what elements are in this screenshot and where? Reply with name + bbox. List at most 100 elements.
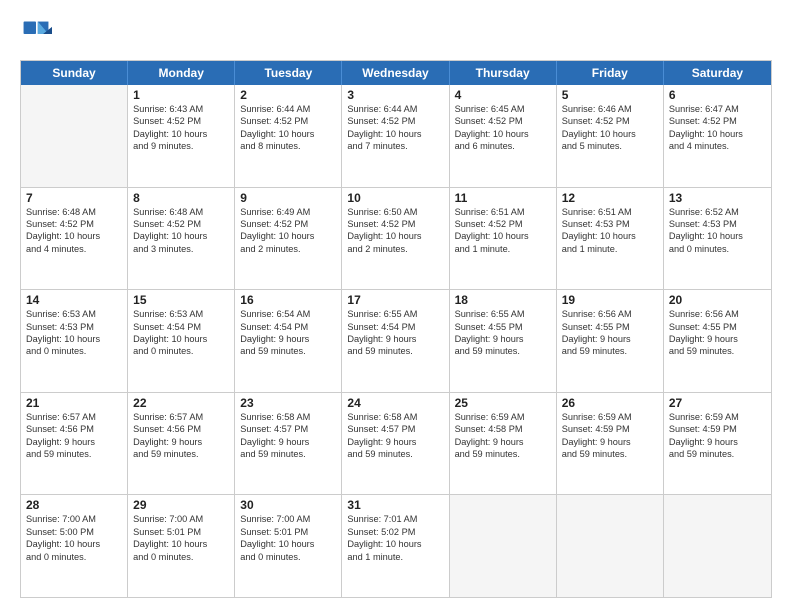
- cell-info-line: Sunset: 5:02 PM: [347, 526, 443, 538]
- cell-info-line: and 8 minutes.: [240, 140, 336, 152]
- cell-info-line: Sunrise: 6:51 AM: [562, 206, 658, 218]
- logo: [20, 18, 56, 50]
- cell-info-line: Daylight: 10 hours: [133, 230, 229, 242]
- cell-info-line: and 7 minutes.: [347, 140, 443, 152]
- cell-info-line: Daylight: 9 hours: [240, 436, 336, 448]
- calendar-cell-16: 16Sunrise: 6:54 AMSunset: 4:54 PMDayligh…: [235, 290, 342, 392]
- cell-info-line: Sunrise: 6:56 AM: [562, 308, 658, 320]
- calendar-cell-31: 31Sunrise: 7:01 AMSunset: 5:02 PMDayligh…: [342, 495, 449, 597]
- weekday-header-wednesday: Wednesday: [342, 61, 449, 85]
- cell-info-line: Daylight: 10 hours: [562, 230, 658, 242]
- cell-info-line: Sunset: 4:52 PM: [26, 218, 122, 230]
- cell-info-line: and 3 minutes.: [133, 243, 229, 255]
- cell-info-line: Sunrise: 6:49 AM: [240, 206, 336, 218]
- cell-info-line: Sunset: 4:55 PM: [669, 321, 766, 333]
- cell-info-line: Sunrise: 6:54 AM: [240, 308, 336, 320]
- weekday-header-thursday: Thursday: [450, 61, 557, 85]
- cell-info-line: Sunset: 4:52 PM: [347, 218, 443, 230]
- day-number: 30: [240, 498, 336, 512]
- cell-info-line: Sunset: 4:53 PM: [562, 218, 658, 230]
- calendar-row-5: 28Sunrise: 7:00 AMSunset: 5:00 PMDayligh…: [21, 495, 771, 597]
- calendar-cell-18: 18Sunrise: 6:55 AMSunset: 4:55 PMDayligh…: [450, 290, 557, 392]
- cell-info-line: Sunrise: 6:57 AM: [26, 411, 122, 423]
- day-number: 7: [26, 191, 122, 205]
- day-number: 1: [133, 88, 229, 102]
- calendar-cell-13: 13Sunrise: 6:52 AMSunset: 4:53 PMDayligh…: [664, 188, 771, 290]
- cell-info-line: Sunset: 4:56 PM: [133, 423, 229, 435]
- cell-info-line: and 0 minutes.: [26, 551, 122, 563]
- cell-info-line: Sunset: 4:57 PM: [240, 423, 336, 435]
- cell-info-line: Sunrise: 6:58 AM: [347, 411, 443, 423]
- cell-info-line: and 0 minutes.: [26, 345, 122, 357]
- day-number: 24: [347, 396, 443, 410]
- cell-info-line: Daylight: 10 hours: [347, 230, 443, 242]
- cell-info-line: and 0 minutes.: [240, 551, 336, 563]
- cell-info-line: and 0 minutes.: [133, 345, 229, 357]
- day-number: 6: [669, 88, 766, 102]
- cell-info-line: Daylight: 10 hours: [347, 538, 443, 550]
- cell-info-line: Daylight: 10 hours: [133, 538, 229, 550]
- calendar-cell-9: 9Sunrise: 6:49 AMSunset: 4:52 PMDaylight…: [235, 188, 342, 290]
- day-number: 23: [240, 396, 336, 410]
- cell-info-line: Daylight: 10 hours: [26, 230, 122, 242]
- day-number: 31: [347, 498, 443, 512]
- cell-info-line: Sunset: 4:52 PM: [133, 115, 229, 127]
- cell-info-line: Daylight: 9 hours: [455, 436, 551, 448]
- cell-info-line: and 59 minutes.: [455, 448, 551, 460]
- cell-info-line: Daylight: 10 hours: [240, 538, 336, 550]
- calendar-cell-27: 27Sunrise: 6:59 AMSunset: 4:59 PMDayligh…: [664, 393, 771, 495]
- cell-info-line: Sunset: 4:55 PM: [562, 321, 658, 333]
- calendar-cell-4: 4Sunrise: 6:45 AMSunset: 4:52 PMDaylight…: [450, 85, 557, 187]
- cell-info-line: Sunset: 4:52 PM: [240, 218, 336, 230]
- logo-icon: [20, 18, 52, 50]
- cell-info-line: Sunset: 4:55 PM: [455, 321, 551, 333]
- cell-info-line: Daylight: 9 hours: [133, 436, 229, 448]
- calendar-cell-17: 17Sunrise: 6:55 AMSunset: 4:54 PMDayligh…: [342, 290, 449, 392]
- calendar-cell-empty-4-4: [450, 495, 557, 597]
- cell-info-line: and 1 minute.: [347, 551, 443, 563]
- cell-info-line: Daylight: 9 hours: [455, 333, 551, 345]
- calendar-cell-25: 25Sunrise: 6:59 AMSunset: 4:58 PMDayligh…: [450, 393, 557, 495]
- calendar-row-4: 21Sunrise: 6:57 AMSunset: 4:56 PMDayligh…: [21, 393, 771, 496]
- calendar-cell-7: 7Sunrise: 6:48 AMSunset: 4:52 PMDaylight…: [21, 188, 128, 290]
- day-number: 8: [133, 191, 229, 205]
- calendar-row-1: 1Sunrise: 6:43 AMSunset: 4:52 PMDaylight…: [21, 85, 771, 188]
- day-number: 12: [562, 191, 658, 205]
- calendar-body: 1Sunrise: 6:43 AMSunset: 4:52 PMDaylight…: [21, 85, 771, 597]
- calendar-cell-15: 15Sunrise: 6:53 AMSunset: 4:54 PMDayligh…: [128, 290, 235, 392]
- cell-info-line: Sunset: 4:52 PM: [347, 115, 443, 127]
- cell-info-line: and 0 minutes.: [133, 551, 229, 563]
- day-number: 13: [669, 191, 766, 205]
- day-number: 19: [562, 293, 658, 307]
- day-number: 20: [669, 293, 766, 307]
- cell-info-line: Sunrise: 6:53 AM: [133, 308, 229, 320]
- cell-info-line: Daylight: 10 hours: [240, 128, 336, 140]
- calendar-cell-22: 22Sunrise: 6:57 AMSunset: 4:56 PMDayligh…: [128, 393, 235, 495]
- cell-info-line: and 1 minute.: [562, 243, 658, 255]
- calendar-row-3: 14Sunrise: 6:53 AMSunset: 4:53 PMDayligh…: [21, 290, 771, 393]
- calendar-cell-21: 21Sunrise: 6:57 AMSunset: 4:56 PMDayligh…: [21, 393, 128, 495]
- cell-info-line: Daylight: 10 hours: [26, 333, 122, 345]
- calendar-cell-6: 6Sunrise: 6:47 AMSunset: 4:52 PMDaylight…: [664, 85, 771, 187]
- cell-info-line: Sunrise: 6:47 AM: [669, 103, 766, 115]
- day-number: 2: [240, 88, 336, 102]
- cell-info-line: Daylight: 9 hours: [347, 333, 443, 345]
- day-number: 3: [347, 88, 443, 102]
- cell-info-line: Sunrise: 6:48 AM: [133, 206, 229, 218]
- cell-info-line: and 2 minutes.: [240, 243, 336, 255]
- calendar-cell-3: 3Sunrise: 6:44 AMSunset: 4:52 PMDaylight…: [342, 85, 449, 187]
- day-number: 14: [26, 293, 122, 307]
- calendar-cell-19: 19Sunrise: 6:56 AMSunset: 4:55 PMDayligh…: [557, 290, 664, 392]
- weekday-header-friday: Friday: [557, 61, 664, 85]
- cell-info-line: Sunrise: 6:51 AM: [455, 206, 551, 218]
- day-number: 5: [562, 88, 658, 102]
- cell-info-line: Sunrise: 6:55 AM: [347, 308, 443, 320]
- day-number: 18: [455, 293, 551, 307]
- cell-info-line: Sunset: 4:58 PM: [455, 423, 551, 435]
- calendar-cell-10: 10Sunrise: 6:50 AMSunset: 4:52 PMDayligh…: [342, 188, 449, 290]
- day-number: 25: [455, 396, 551, 410]
- cell-info-line: Sunset: 4:52 PM: [133, 218, 229, 230]
- calendar-cell-29: 29Sunrise: 7:00 AMSunset: 5:01 PMDayligh…: [128, 495, 235, 597]
- cell-info-line: and 59 minutes.: [347, 345, 443, 357]
- calendar-cell-empty-4-6: [664, 495, 771, 597]
